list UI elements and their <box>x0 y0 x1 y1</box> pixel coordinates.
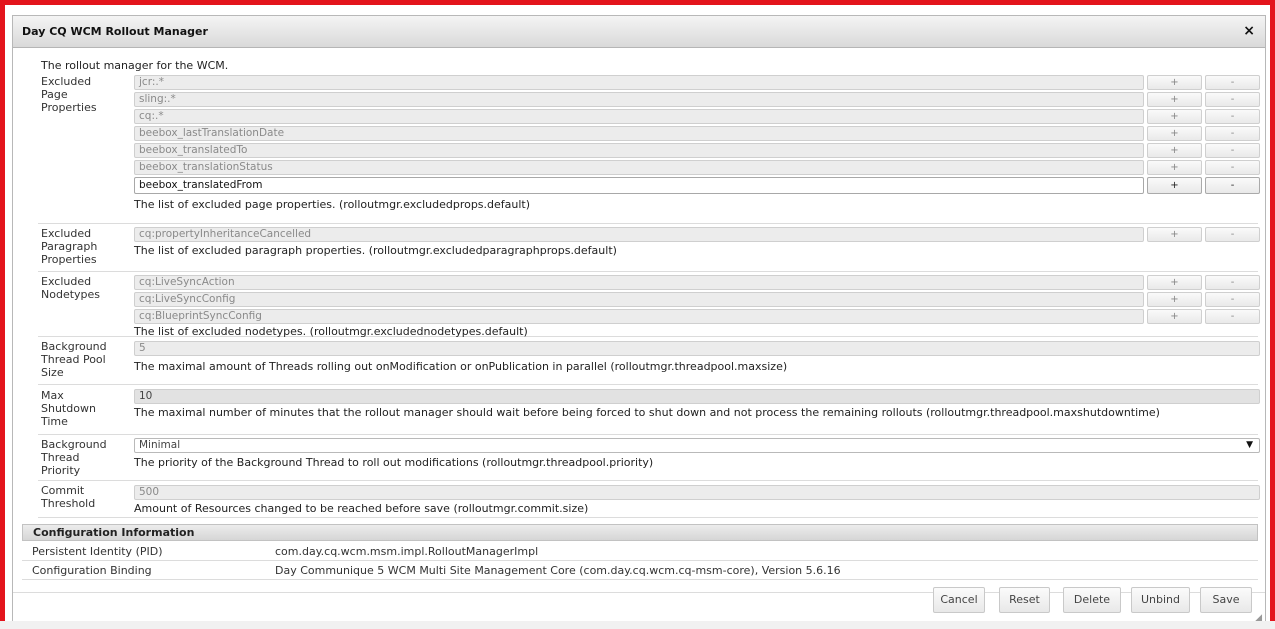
chevron-down-icon[interactable]: ▼ <box>1246 439 1253 452</box>
config-binding-row: Configuration Binding Day Communique 5 W… <box>22 561 1258 580</box>
remove-entry-button[interactable]: - <box>1205 92 1260 107</box>
excluded-paragraph-properties-row: Excluded Paragraph Properties cq:propert… <box>38 227 1260 272</box>
thread-pool-size-label: Background Thread Pool Size <box>41 340 107 379</box>
field-help-text: The maximal number of minutes that the r… <box>134 406 1160 419</box>
remove-entry-button[interactable]: - <box>1205 75 1260 90</box>
dialog-titlebar: Day CQ WCM Rollout Manager × <box>13 16 1265 48</box>
thread-priority-row: Background Thread Priority Minimal ▼ The… <box>38 438 1260 481</box>
commit-threshold-row: Commit Threshold 500 Amount of Resources… <box>38 484 1260 518</box>
pid-value: com.day.cq.wcm.msm.impl.RolloutManagerIm… <box>275 545 539 558</box>
field-help-text: The maximal amount of Threads rolling ou… <box>134 360 788 373</box>
add-entry-button[interactable]: + <box>1147 75 1202 90</box>
excluded-page-property-input[interactable]: beebox_translatedFrom <box>134 177 1144 194</box>
max-shutdown-time-row: Max Shutdown Time 10 The maximal number … <box>38 389 1260 435</box>
excluded-nodetypes-row: Excluded Nodetypes cq:LiveSyncAction + -… <box>38 275 1260 338</box>
add-entry-button[interactable]: + <box>1147 309 1202 324</box>
max-shutdown-time-label: Max Shutdown Time <box>41 389 96 428</box>
excluded-paragraph-property-input[interactable]: cq:propertyInheritanceCancelled <box>134 227 1144 242</box>
delete-button[interactable]: Delete <box>1063 587 1121 613</box>
thread-priority-select[interactable]: Minimal ▼ <box>134 438 1260 453</box>
configuration-information-heading: Configuration Information <box>22 524 1258 541</box>
thread-priority-selected: Minimal <box>139 439 181 451</box>
dialog-description: The rollout manager for the WCM. <box>41 59 229 72</box>
remove-entry-button[interactable]: - <box>1205 292 1260 307</box>
field-help-text: Amount of Resources changed to be reache… <box>134 502 589 515</box>
close-icon[interactable]: × <box>1243 23 1255 39</box>
excluded-page-property-input[interactable]: beebox_translationStatus <box>134 160 1144 175</box>
add-entry-button[interactable]: + <box>1147 275 1202 290</box>
dialog-title: Day CQ WCM Rollout Manager <box>22 25 208 38</box>
pid-label: Persistent Identity (PID) <box>32 545 163 558</box>
excluded-page-property-input[interactable]: beebox_translatedTo <box>134 143 1144 158</box>
remove-entry-button[interactable]: - <box>1205 126 1260 141</box>
page-bottom-strip <box>0 621 1275 629</box>
add-entry-button[interactable]: + <box>1147 143 1202 158</box>
unbind-button[interactable]: Unbind <box>1131 587 1190 613</box>
config-pid-row: Persistent Identity (PID) com.day.cq.wcm… <box>22 542 1258 561</box>
add-entry-button[interactable]: + <box>1147 177 1202 194</box>
rollout-manager-dialog: Day CQ WCM Rollout Manager × The rollout… <box>12 15 1266 627</box>
excluded-paragraph-properties-label: Excluded Paragraph Properties <box>41 227 98 266</box>
save-button[interactable]: Save <box>1200 587 1252 613</box>
thread-priority-label: Background Thread Priority <box>41 438 107 477</box>
field-help-text: The priority of the Background Thread to… <box>134 456 654 469</box>
excluded-page-properties-label: Excluded Page Properties <box>41 75 97 114</box>
binding-value: Day Communique 5 WCM Multi Site Manageme… <box>275 564 841 577</box>
remove-entry-button[interactable]: - <box>1205 227 1260 242</box>
add-entry-button[interactable]: + <box>1147 227 1202 242</box>
excluded-nodetype-input[interactable]: cq:LiveSyncConfig <box>134 292 1144 307</box>
excluded-page-property-input[interactable]: cq:.* <box>134 109 1144 124</box>
field-help-text: The list of excluded nodetypes. (rollout… <box>134 325 528 338</box>
add-entry-button[interactable]: + <box>1147 109 1202 124</box>
remove-entry-button[interactable]: - <box>1205 109 1260 124</box>
remove-entry-button[interactable]: - <box>1205 275 1260 290</box>
add-entry-button[interactable]: + <box>1147 160 1202 175</box>
excluded-nodetype-input[interactable]: cq:BlueprintSyncConfig <box>134 309 1144 324</box>
remove-entry-button[interactable]: - <box>1205 177 1260 194</box>
excluded-page-property-input[interactable]: jcr:.* <box>134 75 1144 90</box>
remove-entry-button[interactable]: - <box>1205 309 1260 324</box>
field-help-text: The list of excluded paragraph propertie… <box>134 244 617 257</box>
thread-pool-size-input[interactable]: 5 <box>134 341 1260 356</box>
max-shutdown-time-input[interactable]: 10 <box>134 389 1260 404</box>
excluded-page-property-input[interactable]: beebox_lastTranslationDate <box>134 126 1144 141</box>
add-entry-button[interactable]: + <box>1147 92 1202 107</box>
remove-entry-button[interactable]: - <box>1205 160 1260 175</box>
excluded-nodetypes-label: Excluded Nodetypes <box>41 275 101 301</box>
commit-threshold-input[interactable]: 500 <box>134 485 1260 500</box>
remove-entry-button[interactable]: - <box>1205 143 1260 158</box>
commit-threshold-label: Commit Threshold <box>41 484 96 510</box>
binding-label: Configuration Binding <box>32 564 152 577</box>
reset-button[interactable]: Reset <box>999 587 1050 613</box>
thread-pool-size-row: Background Thread Pool Size 5 The maxima… <box>38 340 1260 385</box>
add-entry-button[interactable]: + <box>1147 126 1202 141</box>
excluded-nodetype-input[interactable]: cq:LiveSyncAction <box>134 275 1144 290</box>
add-entry-button[interactable]: + <box>1147 292 1202 307</box>
excluded-page-property-input[interactable]: sling:.* <box>134 92 1144 107</box>
field-help-text: The list of excluded page properties. (r… <box>134 198 531 211</box>
excluded-page-properties-row: Excluded Page Properties jcr:.* + - slin… <box>38 75 1260 224</box>
cancel-button[interactable]: Cancel <box>933 587 985 613</box>
